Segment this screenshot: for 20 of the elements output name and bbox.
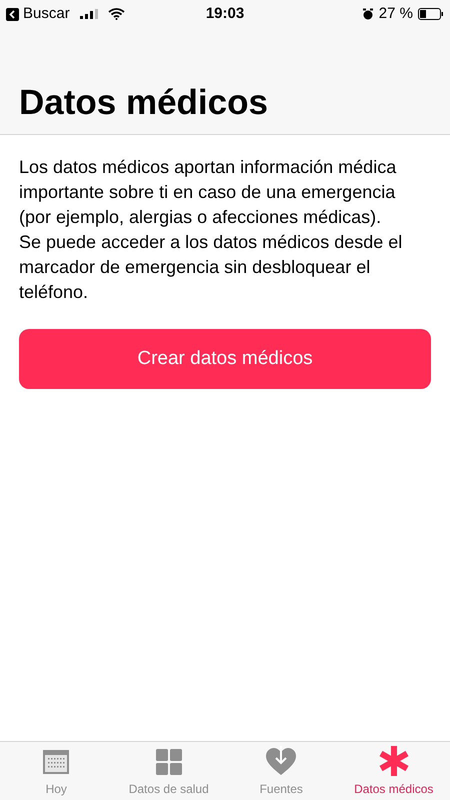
create-button[interactable]: Crear datos médicos	[19, 329, 431, 389]
description-text: Los datos médicos aportan información médica importante sobre ti en caso de una emergencia (por ejemplo, alergias o afecciones médicas).	[19, 156, 398, 229]
asterisk-icon	[378, 746, 409, 776]
tab-item[interactable]: Hoy	[0, 742, 112, 800]
tab-item[interactable]: Datos médicos	[338, 742, 450, 800]
back-link[interactable]: Buscar	[23, 2, 70, 26]
description-text: Se puede acceder a los datos médicos desde el marcador de emergencia sin desbloquear el teléfono.	[19, 231, 404, 304]
grid-icon	[154, 748, 183, 776]
heart-arrow-icon	[265, 746, 298, 776]
tab-item[interactable]: Fuentes	[225, 742, 338, 800]
wifi-icon	[108, 8, 125, 20]
alarm-icon	[362, 8, 374, 20]
page-title: Datos médicos	[18, 82, 269, 124]
tab-item[interactable]: Datos de salud	[112, 742, 225, 800]
battery-icon	[418, 8, 444, 20]
back-icon[interactable]	[6, 8, 19, 20]
signal-icon	[80, 9, 100, 19]
battery-percent: 27 %	[378, 4, 413, 24]
calendar-icon	[42, 748, 70, 776]
status-time: 19:03	[204, 4, 246, 24]
